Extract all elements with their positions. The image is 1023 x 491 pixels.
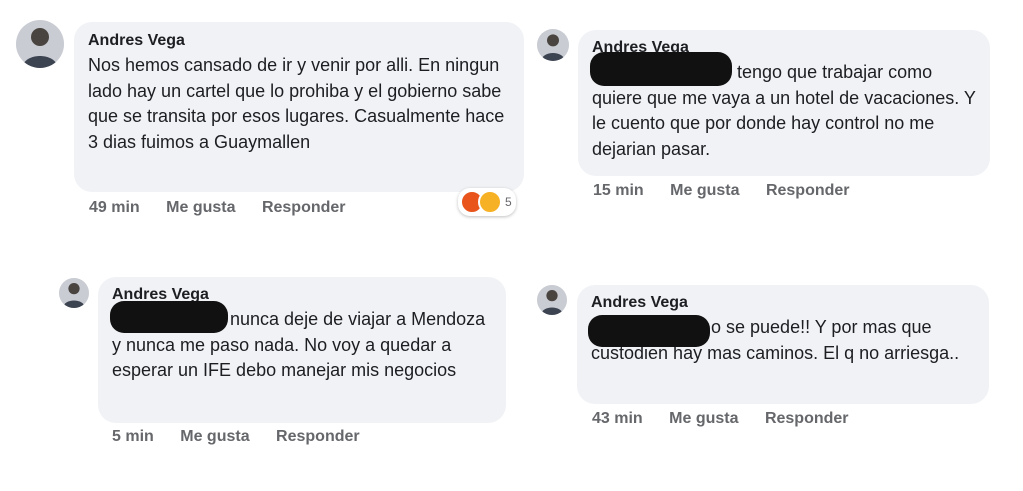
author-name[interactable]: Andres Vega — [88, 32, 510, 50]
like-button[interactable]: Me gusta — [669, 410, 738, 427]
reactions-badge[interactable]: 5 — [458, 188, 516, 216]
reply-button[interactable]: Responder — [766, 182, 850, 199]
timestamp[interactable]: 15 min — [593, 182, 644, 199]
haha-emoji-icon — [478, 190, 502, 214]
redaction-mark — [590, 52, 732, 86]
like-button[interactable]: Me gusta — [166, 199, 235, 216]
comment-actions: 43 min Me gusta Responder — [592, 410, 871, 428]
reply-button[interactable]: Responder — [765, 410, 849, 427]
like-button[interactable]: Me gusta — [670, 182, 739, 199]
comment-bubble: Andres Vega Nos hemos cansado de ir y ve… — [74, 22, 524, 192]
reply-button[interactable]: Responder — [262, 199, 346, 216]
avatar[interactable] — [16, 20, 64, 68]
comment-actions: 15 min Me gusta Responder — [593, 182, 872, 200]
comment-bubble: Andres Vega nunca deje de viajar a Mendo… — [98, 277, 506, 423]
timestamp[interactable]: 5 min — [112, 428, 154, 445]
reply-button[interactable]: Responder — [276, 428, 360, 445]
avatar[interactable] — [59, 278, 89, 308]
comment-actions: 5 min Me gusta Responder — [112, 428, 382, 446]
like-button[interactable]: Me gusta — [180, 428, 249, 445]
avatar[interactable] — [537, 29, 569, 61]
reaction-count: 5 — [505, 195, 512, 209]
author-name[interactable]: Andres Vega — [591, 294, 975, 312]
avatar[interactable] — [537, 285, 567, 315]
comment-text: Nos hemos cansado de ir y venir por alli… — [88, 55, 505, 152]
timestamp[interactable]: 43 min — [592, 410, 643, 427]
redaction-mark — [588, 315, 710, 347]
redaction-mark — [110, 301, 228, 333]
timestamp[interactable]: 49 min — [89, 199, 140, 216]
comment-actions: 49 min Me gusta Responder — [89, 199, 368, 217]
